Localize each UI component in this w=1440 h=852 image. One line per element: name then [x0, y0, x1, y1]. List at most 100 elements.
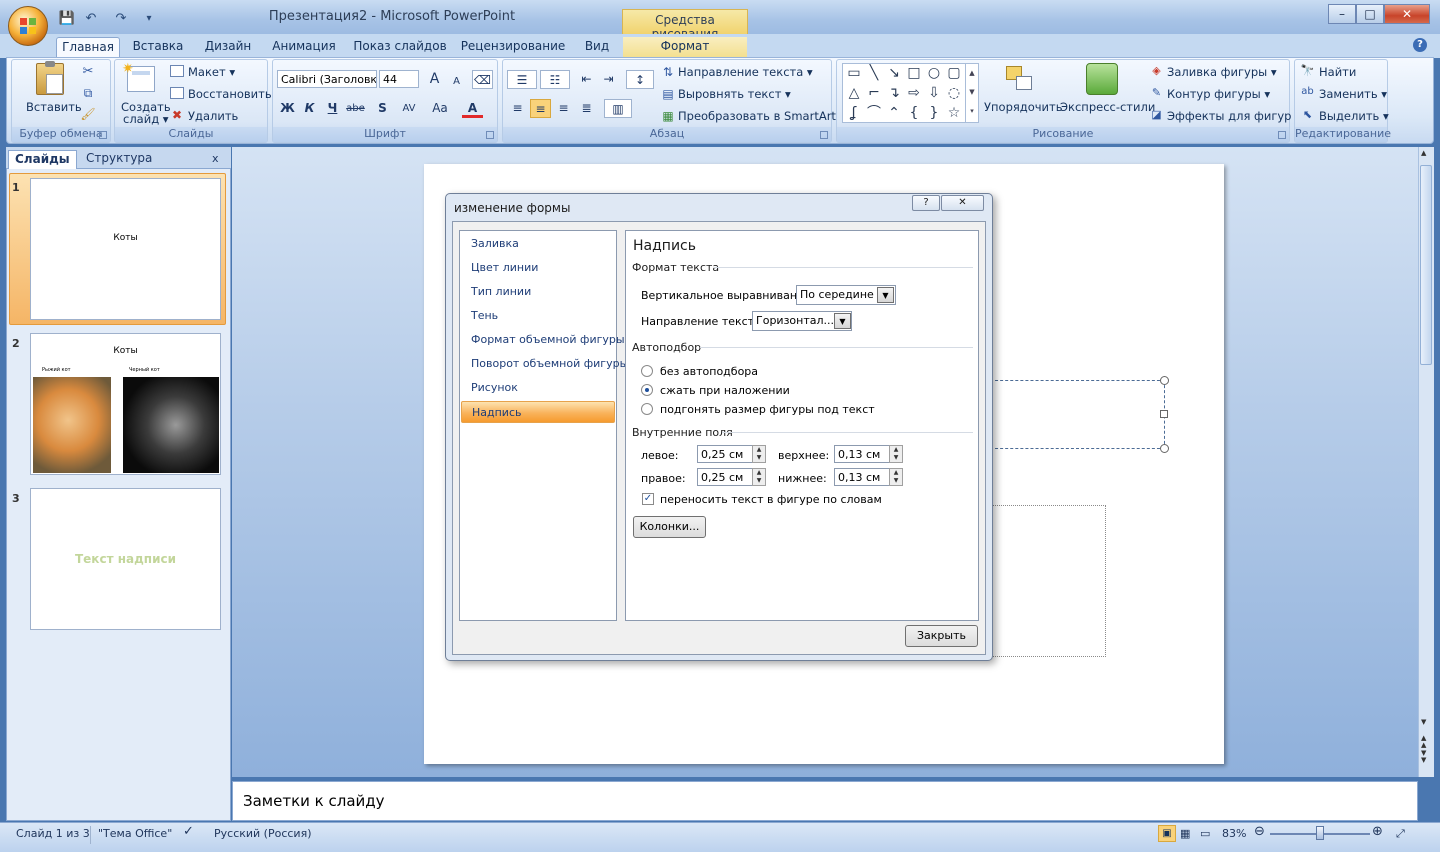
find-button[interactable]: Найти	[1319, 65, 1356, 79]
copy-icon[interactable]: ⧉	[80, 86, 96, 101]
align-left-icon[interactable]: ≡	[507, 99, 528, 118]
quick-styles-icon[interactable]	[1086, 63, 1118, 95]
nav-shadow[interactable]: Тень	[461, 305, 615, 327]
spinner-icon[interactable]: ▲ ▼	[889, 445, 903, 463]
tab-animation[interactable]: Анимация	[268, 37, 340, 58]
char-spacing-button[interactable]: AV	[396, 99, 422, 118]
align-center-icon[interactable]: ≡	[530, 99, 551, 118]
autofit-radio-1[interactable]	[641, 384, 653, 396]
clear-format-icon[interactable]: ⌫	[472, 70, 493, 89]
slide-sorter-icon[interactable]: ▦	[1180, 827, 1190, 840]
tab-review[interactable]: Рецензирование	[460, 37, 566, 58]
line-shape-icon[interactable]: ╲	[865, 64, 883, 82]
delete-slide-button[interactable]: Удалить	[188, 109, 238, 123]
nav-line-color[interactable]: Цвет линии	[461, 257, 615, 279]
nav-fill[interactable]: Заливка	[461, 233, 615, 255]
nav-line-style[interactable]: Тип линии	[461, 281, 615, 303]
paste-button[interactable]: Вставить	[26, 100, 82, 114]
font-name-combo[interactable]: Calibri (Заголовк	[277, 70, 377, 88]
new-slide-icon[interactable]: ✷	[122, 61, 155, 92]
tab-slides[interactable]: Слайды	[8, 150, 77, 169]
elbow-connector-icon[interactable]: ⌐	[865, 84, 883, 102]
font-size-combo[interactable]: 44	[379, 70, 419, 88]
tab-format[interactable]: Формат	[623, 37, 747, 58]
change-case-button[interactable]: Aa	[428, 99, 452, 118]
arrange-icon[interactable]	[1004, 64, 1036, 96]
arc-shape-icon[interactable]: ⌃	[885, 104, 903, 122]
nav-3d-format[interactable]: Формат объемной фигуры	[461, 329, 625, 351]
spinner-icon[interactable]: ▲ ▼	[752, 468, 766, 486]
scroll-thumb[interactable]	[1420, 165, 1432, 365]
tab-outline[interactable]: Структура	[80, 150, 158, 169]
zoom-out-icon[interactable]: ⊖	[1254, 824, 1265, 839]
prev-slide-icon[interactable]: ▲ ▲	[1421, 735, 1426, 749]
nav-picture[interactable]: Рисунок	[461, 377, 615, 399]
paste-icon[interactable]	[36, 61, 64, 95]
increase-indent-icon[interactable]: ⇥	[598, 70, 619, 89]
slide-thumbnail-2[interactable]: Коты Рыжий кот Черный кот	[30, 333, 221, 475]
bold-button[interactable]: Ж	[277, 99, 298, 118]
autofit-option-label[interactable]: подгонять размер фигуры под текст	[660, 403, 875, 416]
rounded-rect-shape-icon[interactable]: ▢	[945, 64, 963, 82]
fit-to-window-icon[interactable]: ⤢	[1396, 827, 1405, 841]
pane-close-icon[interactable]: x	[206, 150, 225, 169]
chevron-down-icon[interactable]: ▼	[877, 287, 894, 303]
dialog-launcher-icon[interactable]	[1278, 131, 1286, 139]
language-indicator[interactable]: Русский (Россия)	[214, 827, 312, 840]
bottom-margin-input[interactable]: 0,13 см	[834, 468, 890, 486]
spinner-icon[interactable]: ▲ ▼	[752, 445, 766, 463]
nav-text-box[interactable]: Надпись	[461, 401, 615, 423]
star-shape-icon[interactable]: ☆	[945, 104, 963, 122]
callout-shape-icon[interactable]: ◌	[945, 84, 963, 102]
zoom-slider-thumb[interactable]	[1316, 826, 1324, 840]
close-button[interactable]: ✕	[1384, 4, 1430, 24]
select-button[interactable]: Выделить ▾	[1319, 109, 1389, 123]
shape-fill-button[interactable]: Заливка фигуры ▾	[1167, 65, 1277, 79]
top-margin-input[interactable]: 0,13 см	[834, 445, 890, 463]
maximize-button[interactable]: □	[1356, 4, 1384, 24]
minimize-button[interactable]: –	[1328, 4, 1356, 24]
dialog-launcher-icon[interactable]	[99, 131, 107, 139]
wrap-text-label[interactable]: переносить текст в фигуре по словам	[660, 493, 882, 506]
right-margin-input[interactable]: 0,25 см	[697, 468, 753, 486]
text-direction-button[interactable]: Направление текста ▾	[678, 65, 813, 79]
align-right-icon[interactable]: ≡	[553, 99, 574, 118]
right-arrow-shape-icon[interactable]: ⇨	[905, 84, 923, 102]
selected-textbox[interactable]	[990, 380, 1165, 449]
columns-button[interactable]: Колонки...	[633, 516, 706, 538]
resize-handle[interactable]	[1160, 410, 1168, 418]
new-slide-dropdown[interactable]: слайд ▾	[123, 112, 169, 126]
bullets-icon[interactable]: ☰	[507, 70, 537, 89]
dialog-launcher-icon[interactable]	[486, 131, 494, 139]
spelling-check-icon[interactable]: ✓	[183, 824, 194, 839]
dialog-launcher-icon[interactable]	[820, 131, 828, 139]
replace-button[interactable]: Заменить ▾	[1319, 87, 1387, 101]
dialog-close-icon[interactable]: ✕	[941, 195, 984, 211]
dialog-close-button[interactable]: Закрыть	[905, 625, 978, 647]
shrink-font-icon[interactable]: A	[446, 72, 467, 91]
tab-home[interactable]: Главная	[56, 37, 120, 58]
autofit-radio-0[interactable]	[641, 365, 653, 377]
slideshow-view-icon[interactable]: ▭	[1200, 827, 1210, 840]
arrow-line-shape-icon[interactable]: ↘	[885, 64, 903, 82]
autofit-option-label[interactable]: без автоподбора	[660, 365, 758, 378]
zoom-in-icon[interactable]: ⊕	[1372, 824, 1383, 839]
resize-handle[interactable]	[1160, 376, 1169, 385]
help-icon[interactable]: ?	[1413, 38, 1427, 52]
next-slide-icon[interactable]: ▼ ▼	[1421, 750, 1426, 764]
resize-handle[interactable]	[1160, 444, 1169, 453]
columns-icon[interactable]: ▥	[604, 99, 632, 118]
strikethrough-button[interactable]: abe	[345, 99, 366, 118]
underline-button[interactable]: Ч	[322, 99, 343, 118]
numbering-icon[interactable]: ☷	[540, 70, 570, 89]
oval-shape-icon[interactable]: ○	[925, 64, 943, 82]
spinner-icon[interactable]: ▲ ▼	[889, 468, 903, 486]
content-placeholder[interactable]	[990, 505, 1106, 657]
office-button[interactable]	[8, 6, 48, 46]
autofit-radio-2[interactable]	[641, 403, 653, 415]
shape-effects-button[interactable]: Эффекты для фигур ▾	[1167, 109, 1301, 123]
textbox-shape-icon[interactable]: ▭	[845, 64, 863, 82]
scroll-up-icon[interactable]: ▲	[1421, 149, 1426, 157]
format-painter-icon[interactable]: 🖌	[80, 107, 96, 121]
chevron-down-icon[interactable]: ▼	[834, 313, 851, 329]
